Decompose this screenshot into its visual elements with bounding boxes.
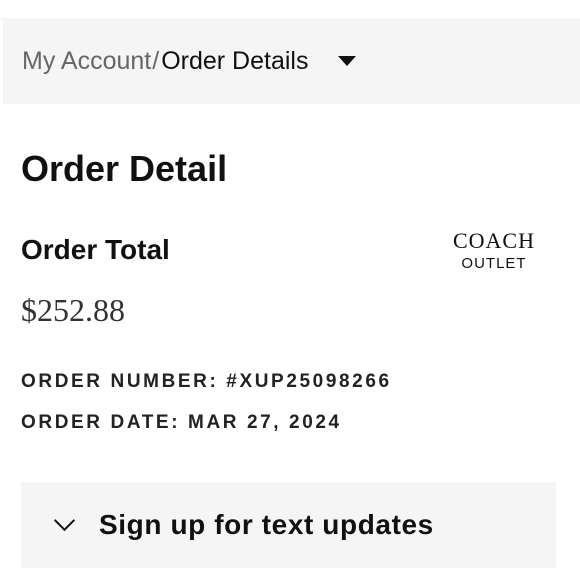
logo-sub-text: OUTLET	[461, 255, 527, 272]
coach-outlet-logo: COACH OUTLET	[430, 230, 558, 272]
sms-signup-label: Sign up for text updates	[99, 509, 434, 540]
order-detail-page: My Account / Order Details Order Detail …	[0, 0, 580, 580]
sms-signup-accordion[interactable]: Sign up for text updates	[21, 482, 556, 568]
top-strip	[0, 0, 580, 18]
page-title: Order Detail	[21, 148, 228, 189]
caret-down-icon[interactable]	[338, 56, 357, 66]
breadcrumb-separator: /	[152, 46, 160, 75]
chevron-down-icon	[53, 509, 76, 531]
logo-brand-text: COACH	[452, 228, 535, 253]
breadcrumb-current-page: Order Details	[161, 46, 309, 75]
breadcrumb: My Account / Order Details	[3, 18, 580, 104]
breadcrumb-my-account-link[interactable]: My Account	[22, 47, 151, 76]
order-total-label: Order Total	[21, 234, 170, 265]
order-date: ORDER DATE: MAR 27, 2024	[21, 412, 342, 433]
order-total-amount: $252.88	[21, 292, 125, 328]
order-number: ORDER NUMBER: #XUP25098266	[21, 371, 392, 392]
